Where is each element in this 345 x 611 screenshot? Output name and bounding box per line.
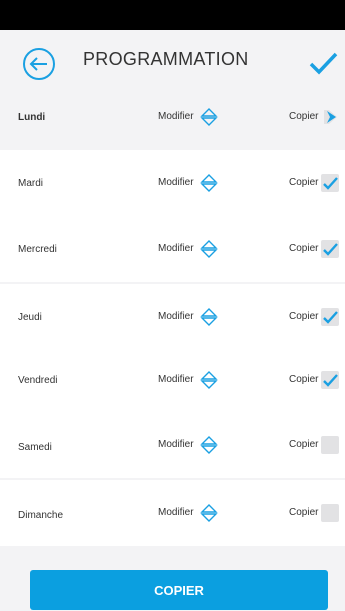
modify-label[interactable]: Modifier (158, 177, 194, 188)
copy-checkbox-checked-icon[interactable] (321, 240, 339, 258)
copy-button[interactable]: COPIER (30, 570, 328, 610)
copy-checkbox-checked-icon[interactable] (321, 308, 339, 326)
modify-label[interactable]: Modifier (158, 507, 194, 518)
copy-label: Copier (289, 311, 319, 322)
modify-label[interactable]: Modifier (158, 439, 194, 450)
day-label: Mercredi (18, 244, 57, 255)
copy-source-arrow-icon[interactable] (321, 108, 339, 126)
day-row-samedi: Samedi Modifier Copier (0, 412, 345, 478)
day-row-vendredi: Vendredi Modifier Copier (0, 347, 345, 413)
modify-arrows-icon[interactable] (200, 108, 218, 126)
modify-arrows-icon[interactable] (200, 504, 218, 522)
modify-arrows-icon[interactable] (200, 240, 218, 258)
modify-label[interactable]: Modifier (158, 243, 194, 254)
status-bar (0, 0, 345, 30)
copy-label: Copier (289, 374, 319, 385)
header: PROGRAMMATION (0, 30, 345, 90)
checkmark-icon[interactable] (306, 46, 340, 80)
day-label: Dimanche (18, 510, 64, 521)
modify-label[interactable]: Modifier (158, 374, 194, 385)
copy-checkbox-unchecked[interactable] (321, 436, 339, 454)
copy-label: Copier (289, 243, 319, 254)
copy-checkbox-checked-icon[interactable] (321, 371, 339, 389)
modify-arrows-icon[interactable] (200, 308, 218, 326)
day-label: Lundi (18, 112, 46, 123)
back-arrow-circle-icon[interactable] (22, 47, 56, 81)
day-row-lundi: Lundi Modifier Copier (0, 88, 345, 154)
day-label: Vendredi (18, 375, 58, 386)
day-row-mardi: Mardi Modifier Copier (0, 150, 345, 216)
day-row-jeudi: Jeudi Modifier Copier (0, 284, 345, 350)
modify-label[interactable]: Modifier (158, 111, 194, 122)
day-label: Mardi (18, 178, 44, 189)
day-row-mercredi: Mercredi Modifier Copier (0, 216, 345, 282)
copy-checkbox-checked-icon[interactable] (321, 174, 339, 192)
copy-label: Copier (289, 439, 319, 450)
modify-arrows-icon[interactable] (200, 174, 218, 192)
modify-arrows-icon[interactable] (200, 371, 218, 389)
copy-checkbox-unchecked[interactable] (321, 504, 339, 522)
copy-label: Copier (289, 507, 319, 518)
day-row-dimanche: Dimanche Modifier Copier (0, 480, 345, 546)
day-label: Jeudi (18, 312, 42, 323)
modify-arrows-icon[interactable] (200, 436, 218, 454)
modify-label[interactable]: Modifier (158, 311, 194, 322)
copy-label: Copier (289, 111, 319, 122)
page-title: PROGRAMMATION (83, 49, 249, 69)
day-label: Samedi (18, 442, 52, 453)
copy-label: Copier (289, 177, 319, 188)
